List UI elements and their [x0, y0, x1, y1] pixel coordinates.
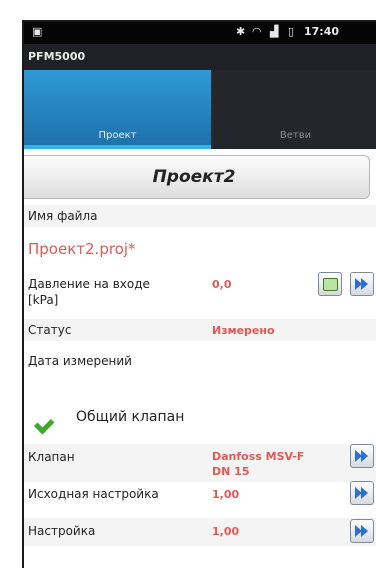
- tab-bar: Проект Ветви: [24, 70, 376, 149]
- setting-label: Настройка: [28, 524, 96, 538]
- pressure-value: 0,0: [212, 278, 232, 291]
- valve-select-button[interactable]: [350, 444, 374, 468]
- setting-value: 1,00: [212, 525, 240, 538]
- notification-icon: ▣: [32, 25, 43, 38]
- status-row: [24, 319, 376, 341]
- pressure-label: Давление на входе: [28, 277, 150, 291]
- project-name-button[interactable]: Проект2: [24, 155, 370, 199]
- pressure-next-button[interactable]: [350, 272, 374, 296]
- tab-branches-label: Ветви: [279, 130, 312, 141]
- date-label: Дата измерений: [28, 354, 132, 368]
- pressure-unit: [kPa]: [28, 293, 59, 307]
- tab-indicator: [24, 145, 211, 149]
- initial-setting-button[interactable]: [350, 481, 374, 505]
- file-label: Имя файла: [28, 209, 98, 223]
- fast-forward-icon-part: [361, 525, 368, 537]
- valve-label: Клапан: [28, 450, 75, 464]
- device-screen: ▣ ✱ ◠ ▟ ▯ 17:40 PFM5000 Проект Ветви Про…: [22, 20, 376, 568]
- fast-forward-icon-part: [361, 487, 368, 499]
- tab-project[interactable]: Проект: [24, 70, 211, 149]
- battery-icon: ▯: [288, 25, 295, 38]
- app-title: PFM5000: [28, 50, 86, 63]
- initial-setting-value: 1,00: [212, 488, 240, 501]
- tab-branches[interactable]: Ветви: [213, 70, 376, 149]
- valve-value-line2: DN 15: [212, 465, 250, 478]
- fast-forward-icon-part: [361, 278, 368, 290]
- initial-setting-label: Исходная настройка: [28, 487, 159, 501]
- valve-value-line1: Danfoss MSV-F: [212, 450, 305, 463]
- camera-icon: [323, 278, 338, 291]
- signal-icon: ▟: [270, 25, 279, 38]
- file-name-value[interactable]: Проект2.proj*: [28, 240, 136, 258]
- app-title-bar: PFM5000: [24, 44, 376, 70]
- measure-pressure-button[interactable]: [318, 272, 342, 296]
- status-bar: ▣ ✱ ◠ ▟ ▯ 17:40: [24, 22, 376, 44]
- fast-forward-icon-part: [361, 450, 368, 462]
- bluetooth-icon: ✱: [236, 25, 246, 38]
- wifi-icon: ◠: [252, 25, 262, 38]
- tab-project-label: Проект: [98, 130, 137, 141]
- valve-row: [24, 444, 376, 482]
- status-value: Измерено: [212, 324, 275, 337]
- setting-button[interactable]: [350, 519, 374, 543]
- common-valve-checkbox[interactable]: [44, 406, 66, 428]
- common-valve-label: Общий клапан: [76, 409, 185, 425]
- status-label: Статус: [28, 323, 72, 337]
- clock: 17:40: [304, 25, 340, 38]
